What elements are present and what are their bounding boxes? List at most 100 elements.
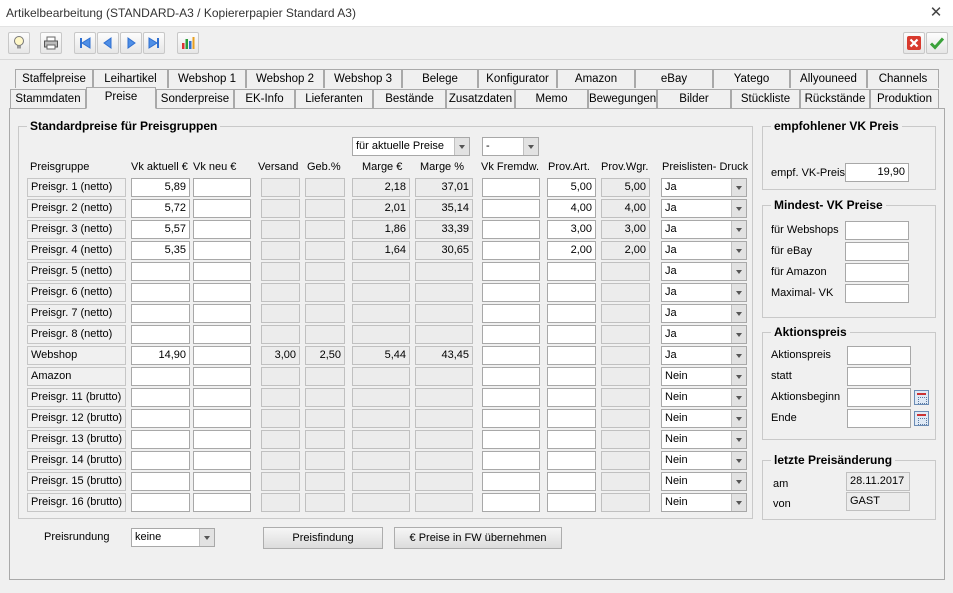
tab-ebay[interactable]: eBay	[635, 69, 713, 88]
tab-bewegungen[interactable]: Bewegungen	[588, 89, 657, 108]
cell-vk[interactable]: 5,89	[131, 178, 190, 197]
cell-vkneu[interactable]	[193, 430, 251, 449]
tab-produktion[interactable]: Produktion	[870, 89, 939, 108]
tab-bestände[interactable]: Bestände	[373, 89, 446, 108]
price-filter-select[interactable]: für aktuelle Preise	[352, 137, 470, 156]
tab-stammdaten[interactable]: Stammdaten	[10, 89, 86, 108]
cell-vkneu[interactable]	[193, 346, 251, 365]
cell-vk[interactable]: 5,35	[131, 241, 190, 260]
aktion-input-0[interactable]	[847, 346, 911, 365]
cell-fw[interactable]	[482, 283, 540, 302]
mindest-input-3[interactable]	[845, 284, 909, 303]
cell-provart[interactable]: 5,00	[547, 178, 596, 197]
cell-vk[interactable]	[131, 283, 190, 302]
calendar-icon[interactable]	[914, 390, 929, 405]
preisliste-druck-select[interactable]: Ja	[661, 178, 747, 197]
cell-fw[interactable]	[482, 262, 540, 281]
tab-webshop-2[interactable]: Webshop 2	[246, 69, 324, 88]
calendar-icon[interactable]	[914, 411, 929, 426]
preisliste-druck-select[interactable]: Nein	[661, 430, 747, 449]
last-record-button[interactable]	[143, 32, 165, 54]
tab-rückstände[interactable]: Rückstände	[800, 89, 870, 108]
cell-vk[interactable]	[131, 325, 190, 344]
preisliste-druck-select[interactable]: Ja	[661, 346, 747, 365]
cell-vk[interactable]: 14,90	[131, 346, 190, 365]
tab-staffelpreise[interactable]: Staffelpreise	[15, 69, 93, 88]
cell-vkneu[interactable]	[193, 241, 251, 260]
mindest-input-0[interactable]	[845, 221, 909, 240]
cell-fw[interactable]	[482, 388, 540, 407]
rounding-select[interactable]: keine	[131, 528, 215, 547]
statistics-button[interactable]	[177, 32, 199, 54]
cell-provart[interactable]	[547, 346, 596, 365]
cell-fw[interactable]	[482, 241, 540, 260]
cell-vkneu[interactable]	[193, 409, 251, 428]
cell-vkneu[interactable]	[193, 451, 251, 470]
secondary-filter-select[interactable]: -	[482, 137, 539, 156]
preisliste-druck-select[interactable]: Nein	[661, 493, 747, 512]
cell-vkneu[interactable]	[193, 472, 251, 491]
tab-allyouneed[interactable]: Allyouneed	[790, 69, 867, 88]
cell-provart[interactable]	[547, 262, 596, 281]
next-record-button[interactable]	[120, 32, 142, 54]
close-window-button[interactable]: ✕	[926, 3, 946, 23]
tab-memo[interactable]: Memo	[515, 89, 588, 108]
tab-bilder[interactable]: Bilder	[657, 89, 731, 108]
preisliste-druck-select[interactable]: Nein	[661, 367, 747, 386]
cell-vkneu[interactable]	[193, 262, 251, 281]
preisliste-druck-select[interactable]: Ja	[661, 325, 747, 344]
cell-vk[interactable]	[131, 262, 190, 281]
tab-lieferanten[interactable]: Lieferanten	[295, 89, 373, 108]
cell-provart[interactable]: 3,00	[547, 220, 596, 239]
cell-vk[interactable]	[131, 367, 190, 386]
cell-fw[interactable]	[482, 304, 540, 323]
aktion-input-3[interactable]	[847, 409, 911, 428]
cell-fw[interactable]	[482, 325, 540, 344]
preisliste-druck-select[interactable]: Nein	[661, 472, 747, 491]
cell-provart[interactable]	[547, 451, 596, 470]
tab-ek-info[interactable]: EK-Info	[234, 89, 295, 108]
tab-zusatzdaten[interactable]: Zusatzdaten	[446, 89, 515, 108]
cell-provart[interactable]	[547, 493, 596, 512]
tab-webshop-1[interactable]: Webshop 1	[168, 69, 246, 88]
cell-vkneu[interactable]	[193, 493, 251, 512]
cell-vk[interactable]	[131, 304, 190, 323]
preisliste-druck-select[interactable]: Ja	[661, 220, 747, 239]
print-button[interactable]	[40, 32, 62, 54]
cell-provart[interactable]	[547, 472, 596, 491]
cell-provart[interactable]	[547, 367, 596, 386]
preisliste-druck-select[interactable]: Nein	[661, 388, 747, 407]
cell-vk[interactable]	[131, 493, 190, 512]
cell-vk[interactable]	[131, 472, 190, 491]
cell-vkneu[interactable]	[193, 220, 251, 239]
cell-fw[interactable]	[482, 493, 540, 512]
aktion-input-2[interactable]	[847, 388, 911, 407]
cell-provart[interactable]	[547, 430, 596, 449]
preisliste-druck-select[interactable]: Ja	[661, 241, 747, 260]
cell-provart[interactable]	[547, 409, 596, 428]
cell-fw[interactable]	[482, 346, 540, 365]
tab-stückliste[interactable]: Stückliste	[731, 89, 800, 108]
confirm-button[interactable]	[926, 32, 948, 54]
cell-vkneu[interactable]	[193, 367, 251, 386]
apply-fw-prices-button[interactable]: € Preise in FW übernehmen	[394, 527, 562, 549]
aktion-input-1[interactable]	[847, 367, 911, 386]
preisliste-druck-select[interactable]: Ja	[661, 304, 747, 323]
cell-vk[interactable]	[131, 409, 190, 428]
cell-fw[interactable]	[482, 199, 540, 218]
cell-vk[interactable]	[131, 451, 190, 470]
mindest-input-2[interactable]	[845, 263, 909, 282]
tab-amazon[interactable]: Amazon	[557, 69, 635, 88]
first-record-button[interactable]	[74, 32, 96, 54]
preisliste-druck-select[interactable]: Nein	[661, 409, 747, 428]
cell-vk[interactable]: 5,57	[131, 220, 190, 239]
preisliste-druck-select[interactable]: Ja	[661, 283, 747, 302]
cell-fw[interactable]	[482, 472, 540, 491]
preisliste-druck-select[interactable]: Ja	[661, 199, 747, 218]
tab-webshop-3[interactable]: Webshop 3	[324, 69, 402, 88]
preisliste-druck-select[interactable]: Nein	[661, 451, 747, 470]
mindest-input-1[interactable]	[845, 242, 909, 261]
preisliste-druck-select[interactable]: Ja	[661, 262, 747, 281]
cell-fw[interactable]	[482, 430, 540, 449]
cell-vkneu[interactable]	[193, 199, 251, 218]
